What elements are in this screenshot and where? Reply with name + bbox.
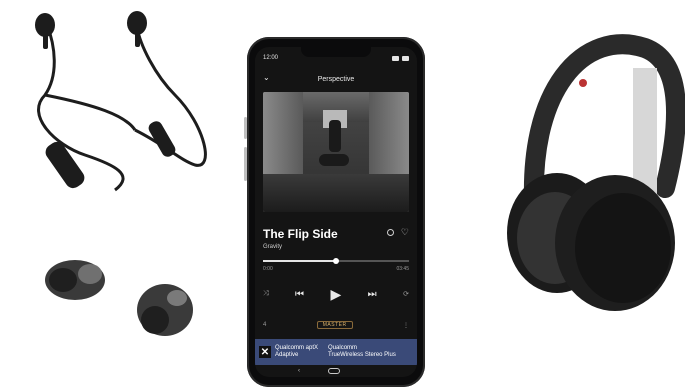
banner-right: Qualcomm TrueWireless Stereo Plus xyxy=(328,345,396,358)
qualcomm-banner: ✕ Qualcomm aptX Adaptive Qualcomm TrueWi… xyxy=(255,339,417,365)
song-artist: Gravity xyxy=(263,244,283,250)
time-labels: 0:00 03:45 xyxy=(263,266,409,272)
volume-button xyxy=(244,117,247,139)
phone-screen: 12:00 ⌄ Perspective The Flip Side Gravit… xyxy=(255,47,417,377)
player-header: ⌄ Perspective xyxy=(255,69,417,89)
chevron-down-icon[interactable]: ⌄ xyxy=(263,73,273,83)
time-total: 03:45 xyxy=(396,266,409,272)
info-icon[interactable] xyxy=(386,229,394,236)
banner-left: Qualcomm aptX Adaptive xyxy=(275,345,319,358)
smartphone: 12:00 ⌄ Perspective The Flip Side Gravit… xyxy=(244,37,425,387)
qualcomm-aptx-logo-icon: ✕ xyxy=(259,346,271,358)
nav-bar: ‹ xyxy=(255,365,417,377)
header-title: Perspective xyxy=(317,75,355,83)
over-ear-headphones xyxy=(507,34,685,311)
status-time: 12:00 xyxy=(263,55,279,61)
progress-bar[interactable] xyxy=(263,258,409,264)
home-pill-icon[interactable] xyxy=(328,368,340,374)
signal-icon xyxy=(392,55,399,61)
playback-controls: ⤨ ⏮ ▶ ⏭ ⟳ xyxy=(263,279,409,309)
previous-icon[interactable]: ⏮ xyxy=(295,289,304,300)
progress-knob[interactable] xyxy=(333,258,339,264)
listeners-count: 4 xyxy=(263,322,267,328)
repeat-icon[interactable]: ⟳ xyxy=(403,290,409,298)
time-elapsed: 0:00 xyxy=(263,266,273,272)
true-wireless-earbuds xyxy=(45,260,193,336)
next-icon[interactable]: ⏭ xyxy=(368,289,377,300)
back-icon[interactable]: ‹ xyxy=(298,368,300,374)
battery-icon xyxy=(402,55,409,61)
heart-icon[interactable]: ♡ xyxy=(401,228,409,237)
album-cover xyxy=(263,92,409,212)
song-info: The Flip Side Gravity ♡ xyxy=(263,227,409,250)
neckband-earbuds xyxy=(35,11,207,192)
shuffle-icon[interactable]: ⤨ xyxy=(263,290,269,298)
status-icons xyxy=(392,55,409,61)
play-icon[interactable]: ▶ xyxy=(330,286,341,303)
side-button xyxy=(244,147,247,181)
bottom-row: 4 MASTER ⋮ xyxy=(263,318,409,332)
more-icon[interactable]: ⋮ xyxy=(403,322,409,329)
master-badge: MASTER xyxy=(316,321,353,329)
status-bar: 12:00 xyxy=(255,47,417,69)
